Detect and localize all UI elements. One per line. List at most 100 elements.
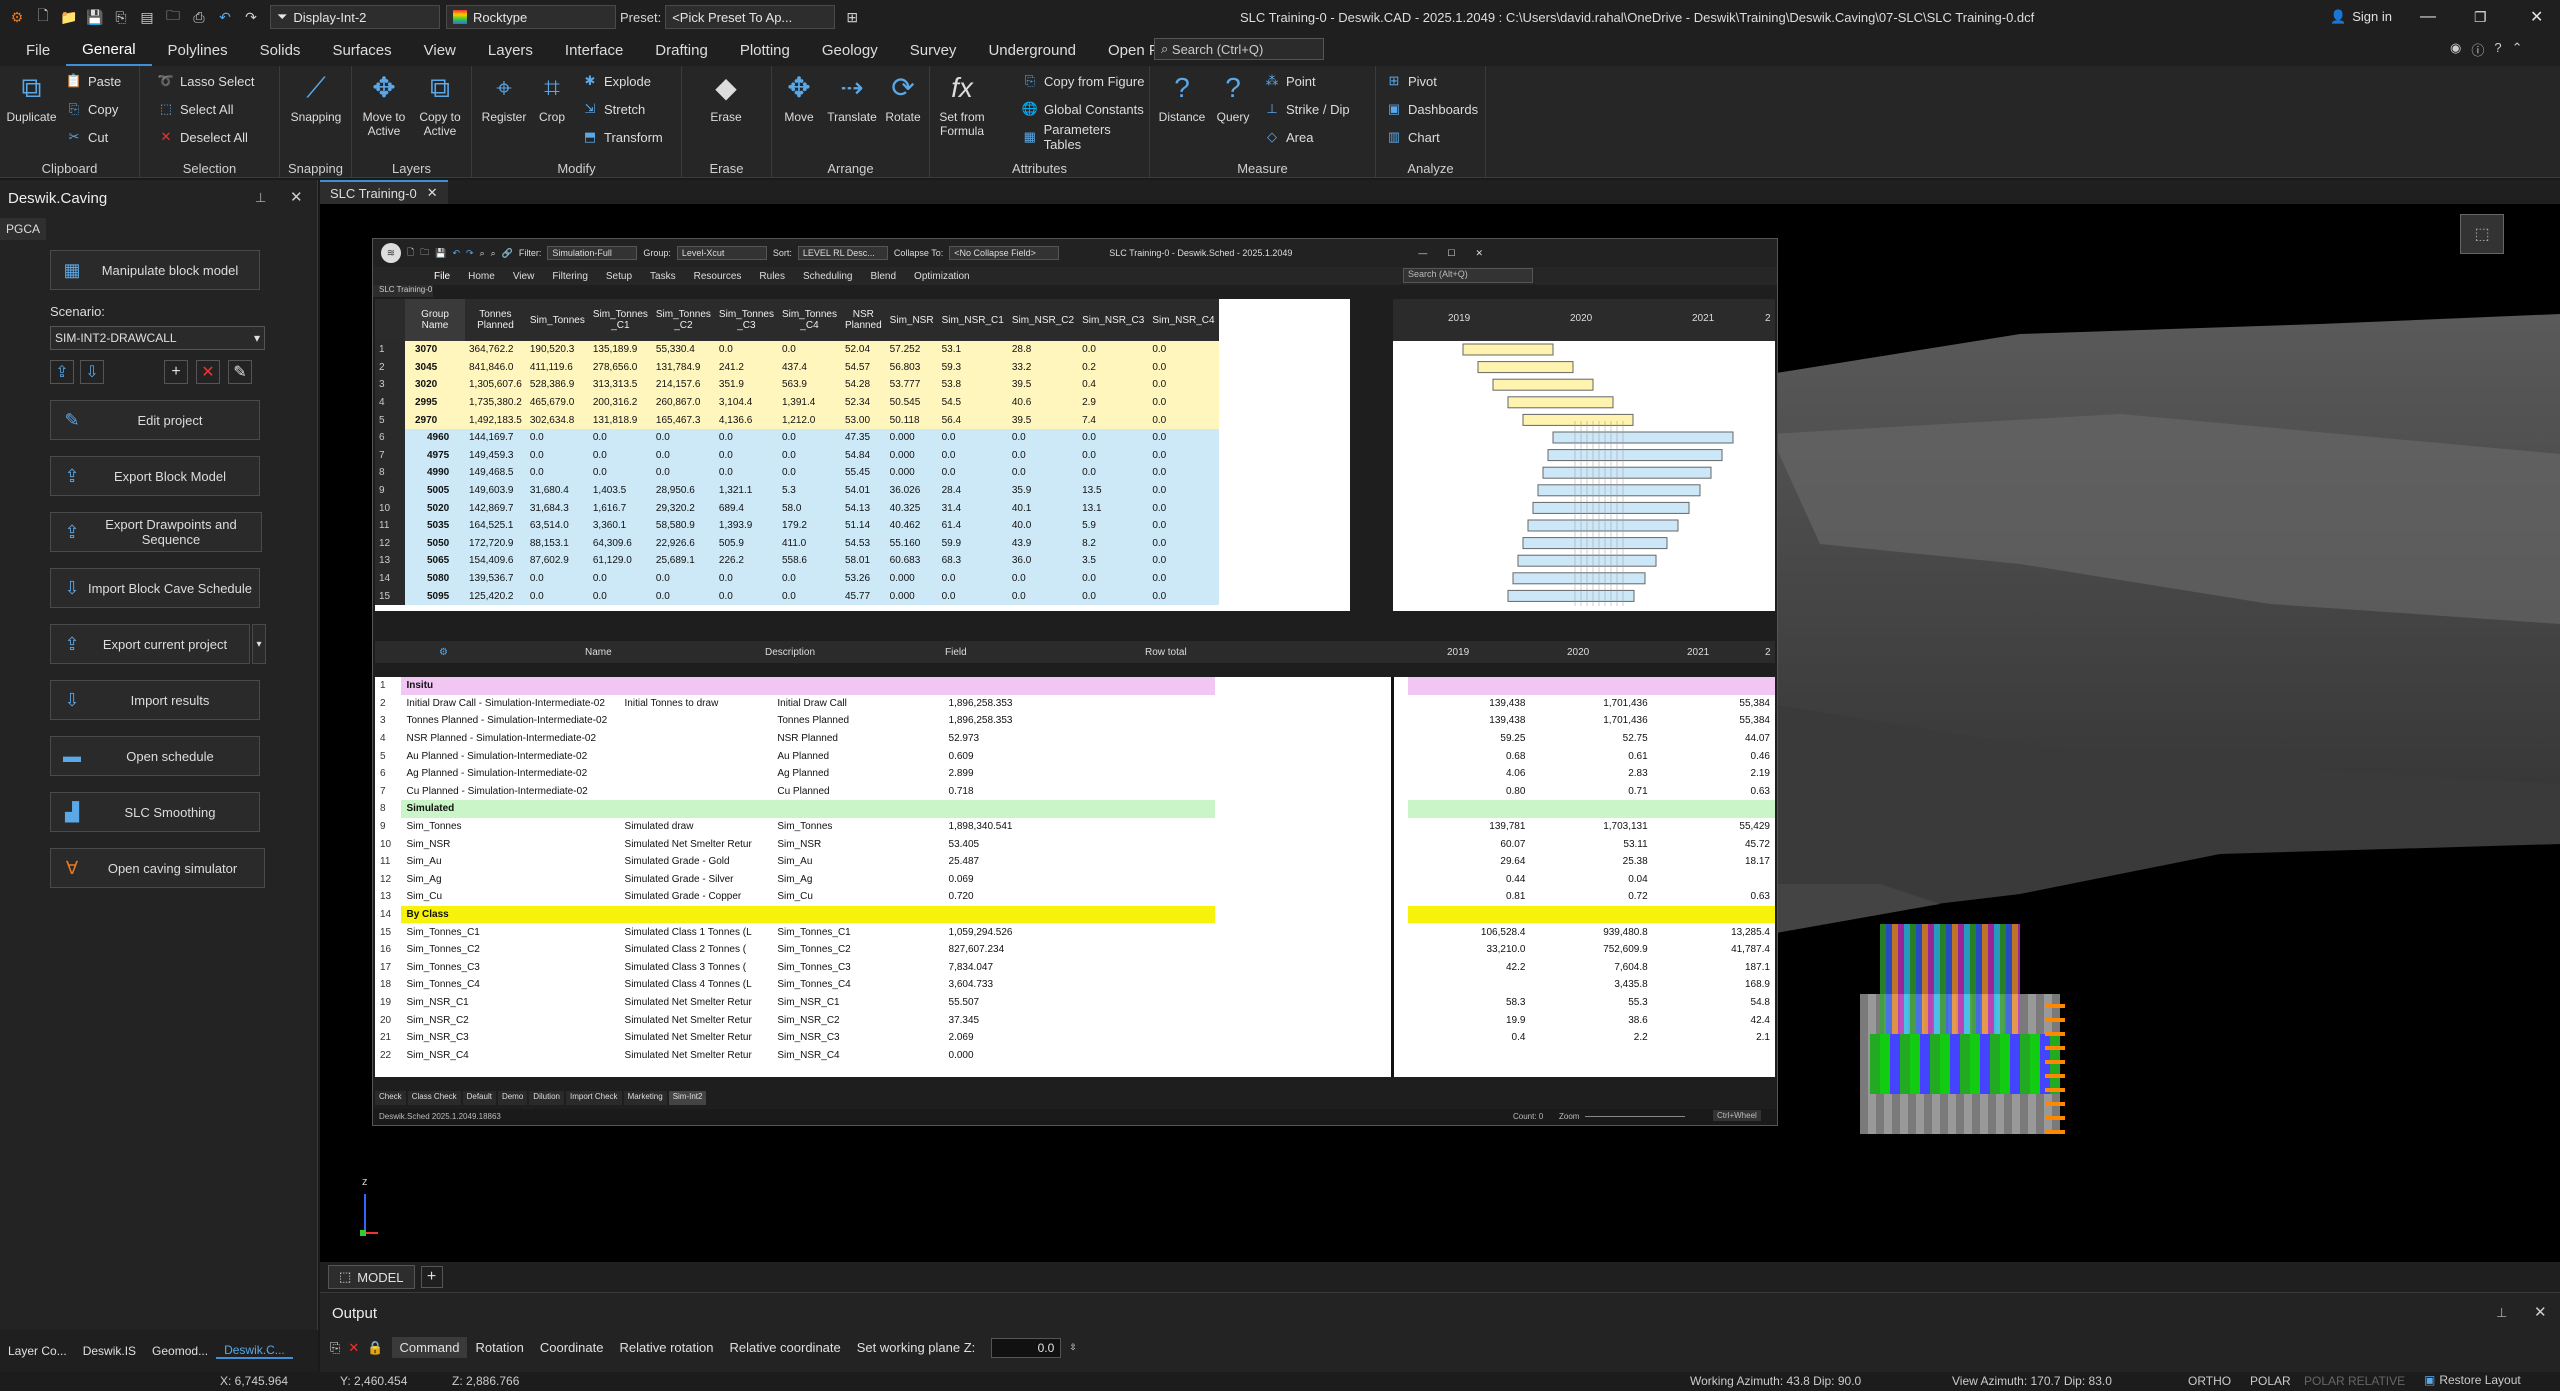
sched-undo-icon[interactable]: ↶	[452, 248, 460, 259]
paste-button[interactable]: 📋 Paste	[66, 70, 121, 92]
cut-button[interactable]: ✂ Cut	[66, 126, 109, 148]
blend-row[interactable]: 2 Initial Draw Call - Simulation-Intermed…	[375, 694, 1775, 713]
preset-combo[interactable]: <Pick Preset To Ap...	[665, 5, 836, 29]
export-current-project-button[interactable]: ⇪ Export current project	[50, 624, 250, 664]
area-button[interactable]: ◇ Area	[1264, 126, 1313, 148]
tab-surfaces[interactable]: Surfaces	[316, 34, 407, 66]
copy-button[interactable]: ⎘ Copy	[66, 98, 119, 120]
copy-output-icon[interactable]: ⎘	[330, 1340, 340, 1356]
header-sim-tonnes-c3[interactable]: Sim_Tonnes _C3	[714, 299, 778, 341]
header-sim-tonnes-c2[interactable]: Sim_Tonnes _C2	[651, 299, 715, 341]
sched-close-icon[interactable]: ✕	[1475, 248, 1483, 259]
global-constants-button[interactable]: 🌐 Global Constants	[1022, 98, 1144, 120]
tab-geology[interactable]: Geology	[806, 34, 894, 66]
scenario-select[interactable]: SIM-INT2-DRAWCALL ▾	[50, 326, 265, 350]
crop-button[interactable]: ⌗ Crop	[530, 70, 574, 125]
gantt-bar[interactable]	[1527, 519, 1679, 532]
dashboards-button[interactable]: ▣ Dashboards	[1386, 98, 1478, 120]
output-tab-command[interactable]: Command	[391, 1337, 468, 1358]
tab-file[interactable]: File	[10, 34, 66, 66]
header-sim-nsr-c4[interactable]: Sim_NSR_C4	[1148, 299, 1219, 341]
blend-row[interactable]: 12 Sim_Ag Simulated Grade - Silver Sim_Ag 0.…	[375, 870, 1775, 889]
deswik-is-tab[interactable]: Deswik.IS	[75, 1344, 144, 1358]
task-row[interactable]: 12 5050 172,720.9 88,153.1 64,309.6 22,926.6 5…	[375, 534, 1219, 553]
blend-row[interactable]: 4 NSR Planned - Simulation-Intermediate-0…	[375, 729, 1775, 748]
blend-row[interactable]: 7 Cu Planned - Simulation-Intermediate-02…	[375, 782, 1775, 801]
task-row[interactable]: 15 5095 125,420.2 0.0 0.0 0.0 0.0 0.0 45.77 0.000…	[375, 587, 1219, 605]
working-plane-z-input[interactable]: 0.0	[991, 1337, 1062, 1358]
gantt-bar[interactable]	[1492, 378, 1594, 391]
header-group-name[interactable]: Group Name	[405, 299, 465, 341]
restore-layout-button[interactable]: ▣ Restore Layout	[2424, 1373, 2521, 1387]
pin-icon[interactable]: ⊥	[255, 190, 266, 206]
transform-button[interactable]: ⬒ Transform	[582, 126, 663, 148]
gantt-bar[interactable]	[1547, 449, 1723, 462]
task-row[interactable]: 5 2970 1,492,183.5 302,634.8 131,818.9 165,46…	[375, 411, 1219, 429]
sched-menu-view[interactable]: View	[504, 271, 544, 282]
sched-search-input[interactable]: Search (Alt+Q)	[1403, 268, 1533, 283]
rotate-button[interactable]: ⟳ Rotate	[880, 70, 926, 125]
sched-menu-home[interactable]: Home	[459, 271, 504, 282]
sched-maximize-icon[interactable]: ☐	[1447, 248, 1455, 259]
add-icon[interactable]: +	[164, 360, 188, 384]
task-row[interactable]: 2 3045 841,846.0 411,119.6 278,656.0 131,784.…	[375, 358, 1219, 377]
tab-general[interactable]: General	[66, 34, 152, 66]
output-tab-rotation[interactable]: Rotation	[467, 1337, 531, 1358]
delete-icon[interactable]: ✕	[196, 360, 220, 384]
sched-menu-rules[interactable]: Rules	[750, 271, 794, 282]
spinner-icon[interactable]: ⇳	[1069, 1342, 1077, 1353]
import-schedule-button[interactable]: ⇩ Import Block Cave Schedule	[50, 568, 260, 608]
collapse-combo[interactable]: <No Collapse Field>	[949, 246, 1060, 260]
undo-icon[interactable]: ↶	[214, 6, 236, 28]
edit-icon[interactable]: ✎	[228, 360, 252, 384]
gantt-bar[interactable]	[1512, 572, 1646, 585]
sched-menu-resources[interactable]: Resources	[685, 271, 751, 282]
sched-new-icon[interactable]: 🗋	[407, 245, 414, 261]
rocktype-combo[interactable]: Rocktype	[446, 5, 616, 29]
close-icon[interactable]: ✕	[2530, 7, 2543, 27]
header-sim-nsr[interactable]: Sim_NSR	[885, 299, 938, 341]
sched-save-icon[interactable]: 💾	[435, 248, 446, 259]
header-sim-nsr-c3[interactable]: Sim_NSR_C3	[1078, 299, 1149, 341]
sched-doc-tab[interactable]: SLC Training-0	[373, 285, 433, 297]
blend-row[interactable]: 3 Tonnes Planned - Simulation-Intermediat…	[375, 712, 1775, 730]
sched-link-icon[interactable]: 🔗	[502, 248, 513, 259]
task-row[interactable]: 13 5065 154,409.6 87,602.9 61,129.0 25,689.1 2…	[375, 552, 1219, 570]
sheet-tab[interactable]: Marketing	[623, 1091, 667, 1105]
link-icon[interactable]: ◉	[2450, 40, 2461, 59]
task-row[interactable]: 3 3020 1,305,607.6 528,386.9 313,313.5 214,15…	[375, 376, 1219, 394]
clear-output-icon[interactable]: ✕	[348, 1340, 359, 1356]
pivot-button[interactable]: ⊞ Pivot	[1386, 70, 1437, 92]
blend-row[interactable]: 21 Sim_NSR_C3 Simulated Net Smelter Retur S…	[375, 1028, 1775, 1047]
header-tonnes-planned[interactable]: Tonnes Planned	[465, 299, 526, 341]
gantt-chart[interactable]: 2019 2020 2021 2	[1393, 299, 1775, 611]
display-filter-combo[interactable]: ⏷ Display-Int-2	[270, 5, 440, 29]
panel-close-icon[interactable]: ✕	[290, 188, 303, 206]
gantt-bar[interactable]	[1522, 413, 1634, 426]
blend-row[interactable]: 11 Sim_Au Simulated Grade - Gold Sim_Au 25.4…	[375, 852, 1775, 871]
blend-row[interactable]: 22 Sim_NSR_C4 Simulated Net Smelter Retur S…	[375, 1046, 1775, 1065]
blend-row[interactable]: 6 Ag Planned - Simulation-Intermediate-02…	[375, 764, 1775, 783]
copy-to-active-button[interactable]: ⧉ Copy to Active	[414, 70, 466, 139]
app-logo-icon[interactable]: ⚙	[6, 6, 28, 28]
blend-row[interactable]: 14 By Class	[375, 905, 1775, 924]
task-row[interactable]: 4 2995 1,735,380.2 465,679.0 200,316.2 260,86…	[375, 393, 1219, 412]
blend-row[interactable]: 15 Sim_Tonnes_C1 Simulated Class 1 Tonnes …	[375, 923, 1775, 941]
task-row[interactable]: 6 4960 144,169.7 0.0 0.0 0.0 0.0 0.0 47.35 0.000 0…	[375, 428, 1219, 447]
output-pin-icon[interactable]: ⊥	[2496, 1305, 2507, 1321]
lasso-select-button[interactable]: ➰ Lasso Select	[158, 70, 255, 92]
blend-row[interactable]: 10 Sim_NSR Simulated Net Smelter Retur Sim_…	[375, 835, 1775, 853]
query-button[interactable]: ? Query	[1210, 70, 1256, 125]
tab-plotting[interactable]: Plotting	[724, 34, 806, 66]
set-from-formula-button[interactable]: fx Set from Formula	[934, 70, 990, 139]
deswik-caving-tab[interactable]: Deswik.C...	[216, 1343, 293, 1359]
header-sim-tonnes-c1[interactable]: Sim_Tonnes _C1	[588, 299, 652, 341]
deselect-all-button[interactable]: ✕ Deselect All	[158, 126, 248, 148]
blend-row[interactable]: 19 Sim_NSR_C1 Simulated Net Smelter Retur S…	[375, 993, 1775, 1012]
header-sim-nsr-c2[interactable]: Sim_NSR_C2	[1007, 299, 1079, 341]
sched-menu-setup[interactable]: Setup	[597, 271, 641, 282]
header-sim-tonnes[interactable]: Sim_Tonnes	[525, 299, 589, 341]
sched-open-icon[interactable]: 🗀	[420, 245, 429, 261]
slc-smoothing-button[interactable]: ▟ SLC Smoothing	[50, 792, 260, 832]
sched-minimize-icon[interactable]: —	[1418, 248, 1427, 258]
